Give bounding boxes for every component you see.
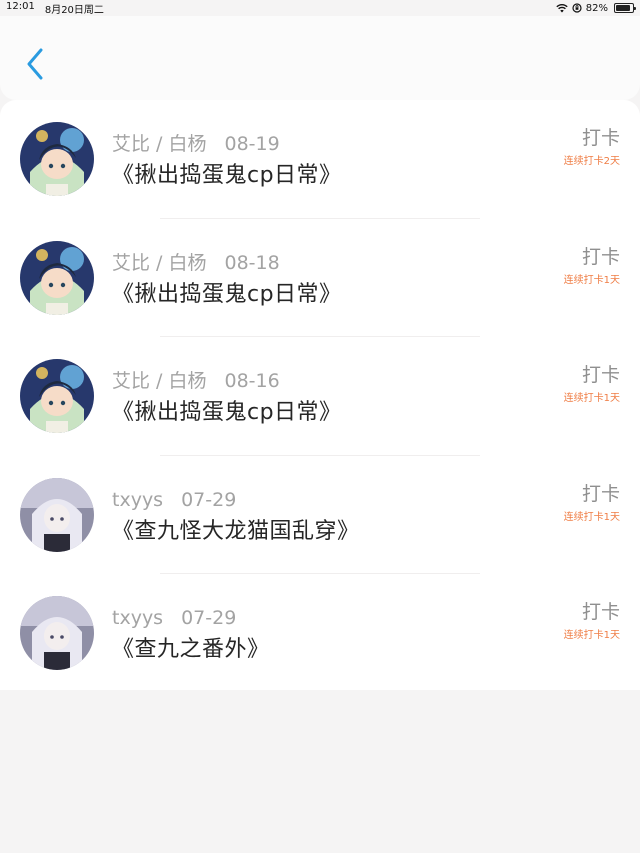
battery-percent: 82% <box>585 2 608 14</box>
nav-bar <box>0 16 640 100</box>
item-date: 08-18 <box>224 251 280 274</box>
checkin-block: 打卡 连续打卡2天 <box>564 126 620 168</box>
streak-label: 连续打卡1天 <box>563 393 620 404</box>
item-title[interactable]: 《查九之番外》 <box>112 636 640 664</box>
item-title[interactable]: 《揪出捣蛋鬼cp日常》 <box>112 281 640 309</box>
checkin-button[interactable]: 打卡 <box>564 600 620 624</box>
item-info: txyys 07-29 《查九之番外》 <box>112 602 640 664</box>
checkin-block: 打卡 连续打卡1天 <box>564 482 620 524</box>
avatar[interactable] <box>20 596 94 671</box>
streak-label: 连续打卡2天 <box>563 156 620 167</box>
checkin-button[interactable]: 打卡 <box>564 363 620 387</box>
item-info: 艾比 / 白杨 08-19 《揪出捣蛋鬼cp日常》 <box>112 128 640 190</box>
streak-label: 连续打卡1天 <box>563 630 620 641</box>
status-bar: 12:01 8月20日周二 82% <box>0 0 640 16</box>
item-title[interactable]: 《查九怪大龙猫国乱穿》 <box>112 518 640 546</box>
checkin-list: 艾比 / 白杨 08-19 《揪出捣蛋鬼cp日常》 打卡 连续打卡2天 艾比 /… <box>0 100 640 690</box>
streak-label: 连续打卡1天 <box>563 511 620 523</box>
item-info: txyys 07-29 《查九怪大龙猫国乱穿》 <box>112 484 640 546</box>
checkin-block: 打卡 连续打卡1天 <box>564 363 620 405</box>
list-item[interactable]: 艾比 / 白杨 08-19 《揪出捣蛋鬼cp日常》 打卡 连续打卡2天 <box>0 100 640 219</box>
list-item[interactable]: 艾比 / 白杨 08-16 《揪出捣蛋鬼cp日常》 打卡 连续打卡1天 <box>0 337 640 456</box>
item-title[interactable]: 《揪出捣蛋鬼cp日常》 <box>112 399 640 427</box>
item-info: 艾比 / 白杨 08-18 《揪出捣蛋鬼cp日常》 <box>112 247 640 309</box>
item-date: 08-16 <box>224 370 280 393</box>
item-date: 08-19 <box>224 133 280 156</box>
item-author: 艾比 / 白杨 <box>112 251 207 274</box>
back-button[interactable] <box>20 46 50 82</box>
orientation-lock-icon <box>572 3 582 13</box>
item-info: 艾比 / 白杨 08-16 《揪出捣蛋鬼cp日常》 <box>112 365 640 427</box>
item-date: 07-29 <box>181 488 237 511</box>
status-date: 8月20日周二 <box>44 4 104 16</box>
avatar[interactable] <box>20 477 94 552</box>
chevron-left-icon <box>27 48 43 80</box>
status-time: 12:01 <box>6 0 35 12</box>
list-item[interactable]: txyys 07-29 《查九怪大龙猫国乱穿》 打卡 连续打卡1天 <box>0 456 640 575</box>
checkin-button[interactable]: 打卡 <box>564 482 620 506</box>
list-item[interactable]: txyys 07-29 《查九之番外》 打卡 连续打卡1天 <box>0 574 640 693</box>
wifi-icon <box>556 3 568 13</box>
battery-icon <box>614 3 636 13</box>
checkin-block: 打卡 连续打卡1天 <box>564 245 620 287</box>
checkin-button[interactable]: 打卡 <box>564 126 620 150</box>
item-author: 艾比 / 白杨 <box>112 370 207 393</box>
item-author: txyys <box>112 607 164 630</box>
avatar[interactable] <box>20 240 94 315</box>
streak-label: 连续打卡1天 <box>563 274 620 286</box>
avatar[interactable] <box>20 122 94 197</box>
checkin-button[interactable]: 打卡 <box>564 245 620 269</box>
avatar[interactable] <box>20 359 94 434</box>
item-author: txyys <box>112 488 164 511</box>
item-title[interactable]: 《揪出捣蛋鬼cp日常》 <box>112 162 640 190</box>
checkin-block: 打卡 连续打卡1天 <box>564 600 620 642</box>
list-item[interactable]: 艾比 / 白杨 08-18 《揪出捣蛋鬼cp日常》 打卡 连续打卡1天 <box>0 219 640 338</box>
item-author: 艾比 / 白杨 <box>112 133 207 156</box>
item-date: 07-29 <box>181 607 237 630</box>
